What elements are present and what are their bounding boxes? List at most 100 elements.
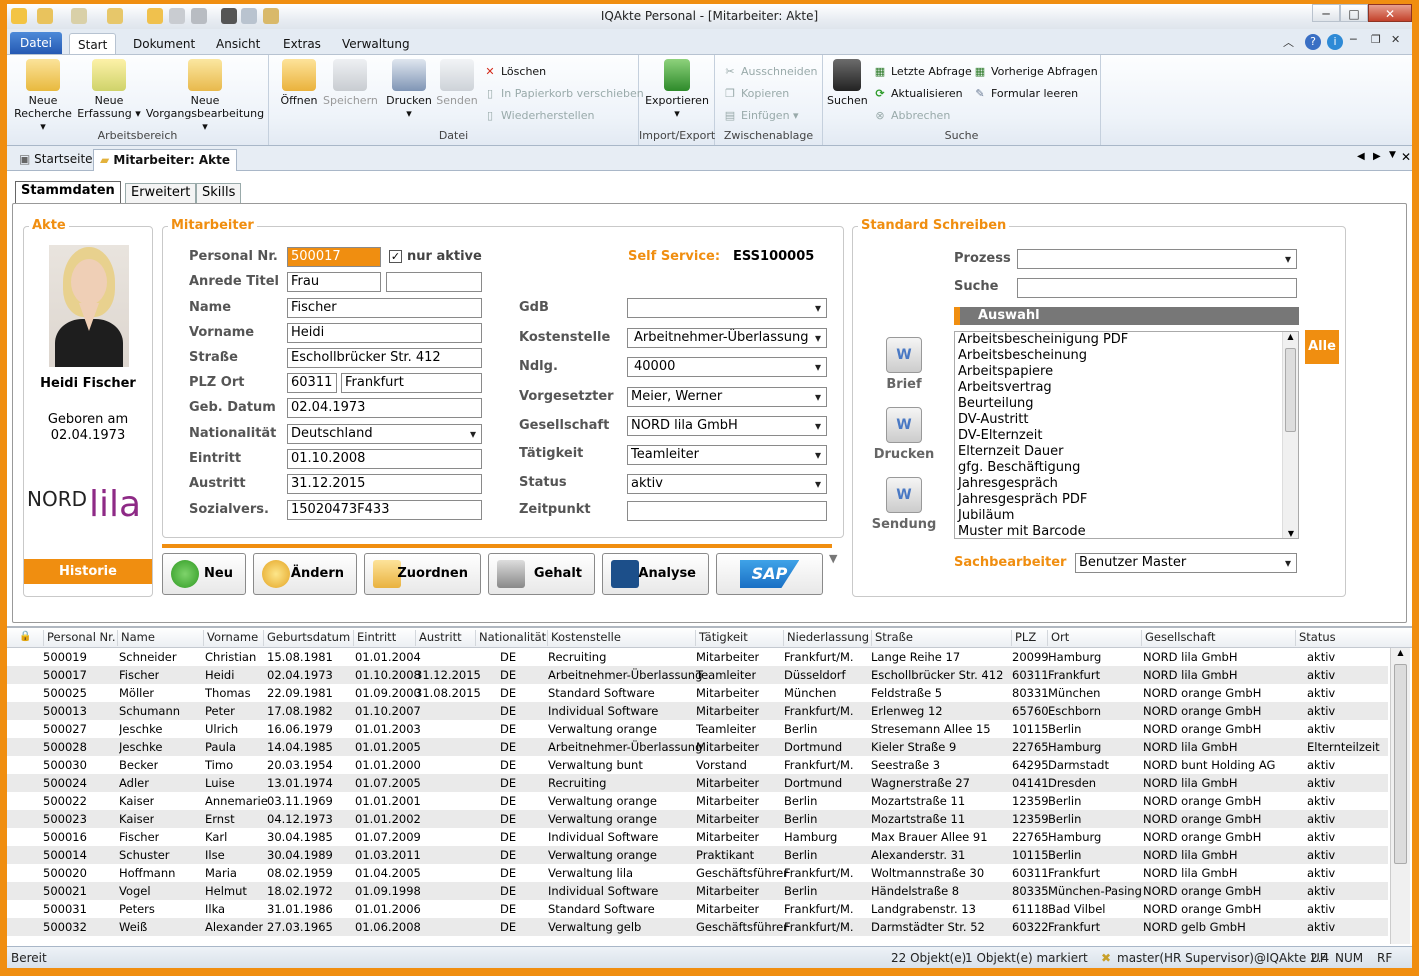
neue-vorgang-button[interactable]: Neue Vorgangsbearbeitung ▾ <box>143 59 267 133</box>
drucken-button[interactable]: Drucken ▾ <box>383 59 435 120</box>
tab-next-icon[interactable]: ▶ <box>1373 151 1381 162</box>
austritt-field[interactable]: 31.12.2015 <box>287 474 482 494</box>
vorname-field[interactable]: Heidi <box>287 323 482 343</box>
schreiben-list-item[interactable]: gfg. Beschäftigung <box>955 460 1298 476</box>
schreiben-list-item[interactable]: Jubiläum <box>955 508 1298 524</box>
schreiben-list-item[interactable]: Muster mit Barcode <box>955 524 1298 538</box>
oeffnen-button[interactable]: Öffnen <box>279 59 319 107</box>
doc-minimize-icon[interactable]: ─ <box>1350 33 1357 46</box>
scroll-down-icon[interactable]: ▼ <box>1283 529 1298 538</box>
table-row[interactable]: 500028 Jeschke Paula 14.04.1985 01.01.2005 DE… <box>7 738 1388 756</box>
sachbearbeiter-select[interactable]: Benutzer Master <box>1075 553 1297 573</box>
schreiben-list-item[interactable]: Arbeitsbescheinung <box>955 348 1298 364</box>
table-row[interactable]: 500025 Möller Thomas 22.09.1981 01.09.2000 31… <box>7 684 1388 702</box>
tab-list-icon[interactable]: ▼ <box>1389 150 1396 160</box>
gesellschaft-select[interactable]: NORD lila GmbH <box>627 416 827 436</box>
column-header[interactable]: Status <box>1295 630 1336 646</box>
lock-icon[interactable]: 🔒 <box>19 631 31 642</box>
column-header[interactable]: Name <box>117 630 155 646</box>
schreiben-list-item[interactable]: Arbeitsvertrag <box>955 380 1298 396</box>
schreiben-list-item[interactable]: Arbeitspapiere <box>955 364 1298 380</box>
grid-scroll-up-icon[interactable]: ▲ <box>1391 648 1410 657</box>
tab-dokument[interactable]: Dokument <box>125 33 203 55</box>
nationalitaet-select[interactable]: Deutschland <box>287 424 482 444</box>
ndlg-select[interactable]: 40000 <box>627 357 827 377</box>
info-icon[interactable]: i <box>1327 34 1343 50</box>
table-row[interactable]: 500022 Kaiser Annemarie 03.11.1969 01.01.200… <box>7 792 1388 810</box>
scroll-thumb[interactable] <box>1285 348 1296 432</box>
collapse-ribbon-icon[interactable]: ︿ <box>1283 34 1294 50</box>
column-header[interactable]: Niederlassung <box>783 630 869 646</box>
vorherige-abfragen-button[interactable]: ▦ Vorherige Abfragen <box>973 63 1098 81</box>
status-select[interactable]: aktiv <box>627 474 827 494</box>
tab-close-icon[interactable]: ✕ <box>1401 150 1411 164</box>
tab-ansicht[interactable]: Ansicht <box>208 33 268 55</box>
formular-leeren-button[interactable]: ✎ Formular leeren <box>973 85 1078 103</box>
kopieren-button[interactable]: ❐ Kopieren <box>723 85 789 103</box>
tab-verwaltung[interactable]: Verwaltung <box>334 33 418 55</box>
close-button[interactable]: ✕ <box>1368 4 1412 22</box>
schreiben-list[interactable]: Arbeitsbescheinigung PDF Arbeitsbescheinu… <box>954 331 1299 539</box>
table-row[interactable]: 500030 Becker Timo 20.03.1954 01.01.2000 DE Ve… <box>7 756 1388 774</box>
tab-startseite[interactable]: ▣ Startseite <box>13 149 99 171</box>
subtab-stammdaten[interactable]: Stammdaten <box>15 181 121 203</box>
anrede-field[interactable]: Frau <box>287 272 381 292</box>
plz-field[interactable]: 60311 <box>287 373 337 393</box>
tab-mitarbeiter-akte[interactable]: ▰ Mitarbeiter: Akte <box>93 149 237 171</box>
table-row[interactable]: 500020 Hoffmann Maria 08.02.1959 01.04.2005 D… <box>7 864 1388 882</box>
sendung-button[interactable]: W Sendung <box>869 477 939 532</box>
ort-field[interactable]: Frankfurt <box>341 373 482 393</box>
historie-button[interactable]: Historie <box>24 559 152 584</box>
table-row[interactable]: 500019 Schneider Christian 15.08.1981 01.01.… <box>7 648 1388 666</box>
column-header[interactable]: Kostenstelle <box>547 630 621 646</box>
aendern-button[interactable]: Ändern <box>253 553 357 595</box>
table-row[interactable]: 500016 Fischer Karl 30.04.1985 01.07.2009 DE I… <box>7 828 1388 846</box>
maximize-button[interactable]: □ <box>1340 4 1368 22</box>
more-actions-icon[interactable]: ▼ <box>829 552 837 565</box>
schreiben-list-item[interactable]: Arbeitsbescheinigung PDF <box>955 332 1298 348</box>
column-header[interactable]: Vorname <box>203 630 258 646</box>
schreiben-list-item[interactable]: DV-Austritt <box>955 412 1298 428</box>
abbrechen-button[interactable]: ⊗ Abbrechen <box>873 107 950 125</box>
name-field[interactable]: Fischer <box>287 298 482 318</box>
einfuegen-button[interactable]: ▤ Einfügen ▾ <box>723 107 799 125</box>
schreiben-list-item[interactable]: Elternzeit Dauer <box>955 444 1298 460</box>
ausschneiden-button[interactable]: ✂ Ausschneiden <box>723 63 817 81</box>
papierkorb-button[interactable]: ▯ In Papierkorb verschieben <box>483 85 644 103</box>
geb-datum-field[interactable]: 02.04.1973 <box>287 398 482 418</box>
help-icon[interactable]: ? <box>1305 34 1321 50</box>
tab-datei[interactable]: Datei <box>10 32 62 54</box>
personal-nr-field[interactable]: 500017 <box>287 247 381 267</box>
schreiben-list-item[interactable]: Jahresgespräch PDF <box>955 492 1298 508</box>
doc-close-icon[interactable]: ✕ <box>1391 33 1400 46</box>
schreiben-list-item[interactable]: DV-Elternzeit <box>955 428 1298 444</box>
nur-aktive-checkbox[interactable]: ✓ <box>389 250 402 263</box>
grid-scrollbar[interactable]: ▲ <box>1390 648 1410 944</box>
aktualisieren-button[interactable]: ⟳ Aktualisieren <box>873 85 962 103</box>
tab-prev-icon[interactable]: ◀ <box>1357 151 1365 162</box>
taetigkeit-select[interactable]: Teamleiter <box>627 445 827 465</box>
strasse-field[interactable]: Eschollbrücker Str. 412 <box>287 348 482 368</box>
schreiben-list-item[interactable]: Jahresgespräch <box>955 476 1298 492</box>
column-header[interactable]: Nationalität <box>475 630 546 646</box>
senden-button[interactable]: Senden <box>435 59 479 107</box>
tab-extras[interactable]: Extras <box>275 33 329 55</box>
schreiben-list-item[interactable]: Beurteilung <box>955 396 1298 412</box>
analyse-button[interactable]: Analyse <box>602 553 709 595</box>
speichern-button[interactable]: Speichern <box>323 59 378 107</box>
kostenstelle-select[interactable]: Arbeitnehmer-Überlassung <box>627 328 827 348</box>
schreiben-search-input[interactable] <box>1017 278 1297 298</box>
neue-recherche-button[interactable]: Neue Recherche ▾ <box>11 59 75 133</box>
alle-button[interactable]: Alle <box>1305 330 1339 364</box>
wiederherstellen-button[interactable]: ▯ Wiederherstellen <box>483 107 595 125</box>
table-row[interactable]: 500031 Peters Ilka 31.01.1986 01.01.2006 DE St… <box>7 900 1388 918</box>
sozialvers-field[interactable]: 15020473F433 <box>287 500 482 520</box>
column-header[interactable]: Austritt <box>415 630 462 646</box>
zeitpunkt-field[interactable] <box>627 501 827 521</box>
column-header[interactable]: Eintritt <box>353 630 396 646</box>
gehalt-button[interactable]: Gehalt <box>488 553 595 595</box>
vorgesetzter-select[interactable]: Meier, Werner <box>627 387 827 407</box>
column-header[interactable]: PLZ <box>1011 630 1036 646</box>
column-header[interactable]: Tätigkeit <box>695 630 748 646</box>
tab-start[interactable]: Start <box>69 33 117 55</box>
